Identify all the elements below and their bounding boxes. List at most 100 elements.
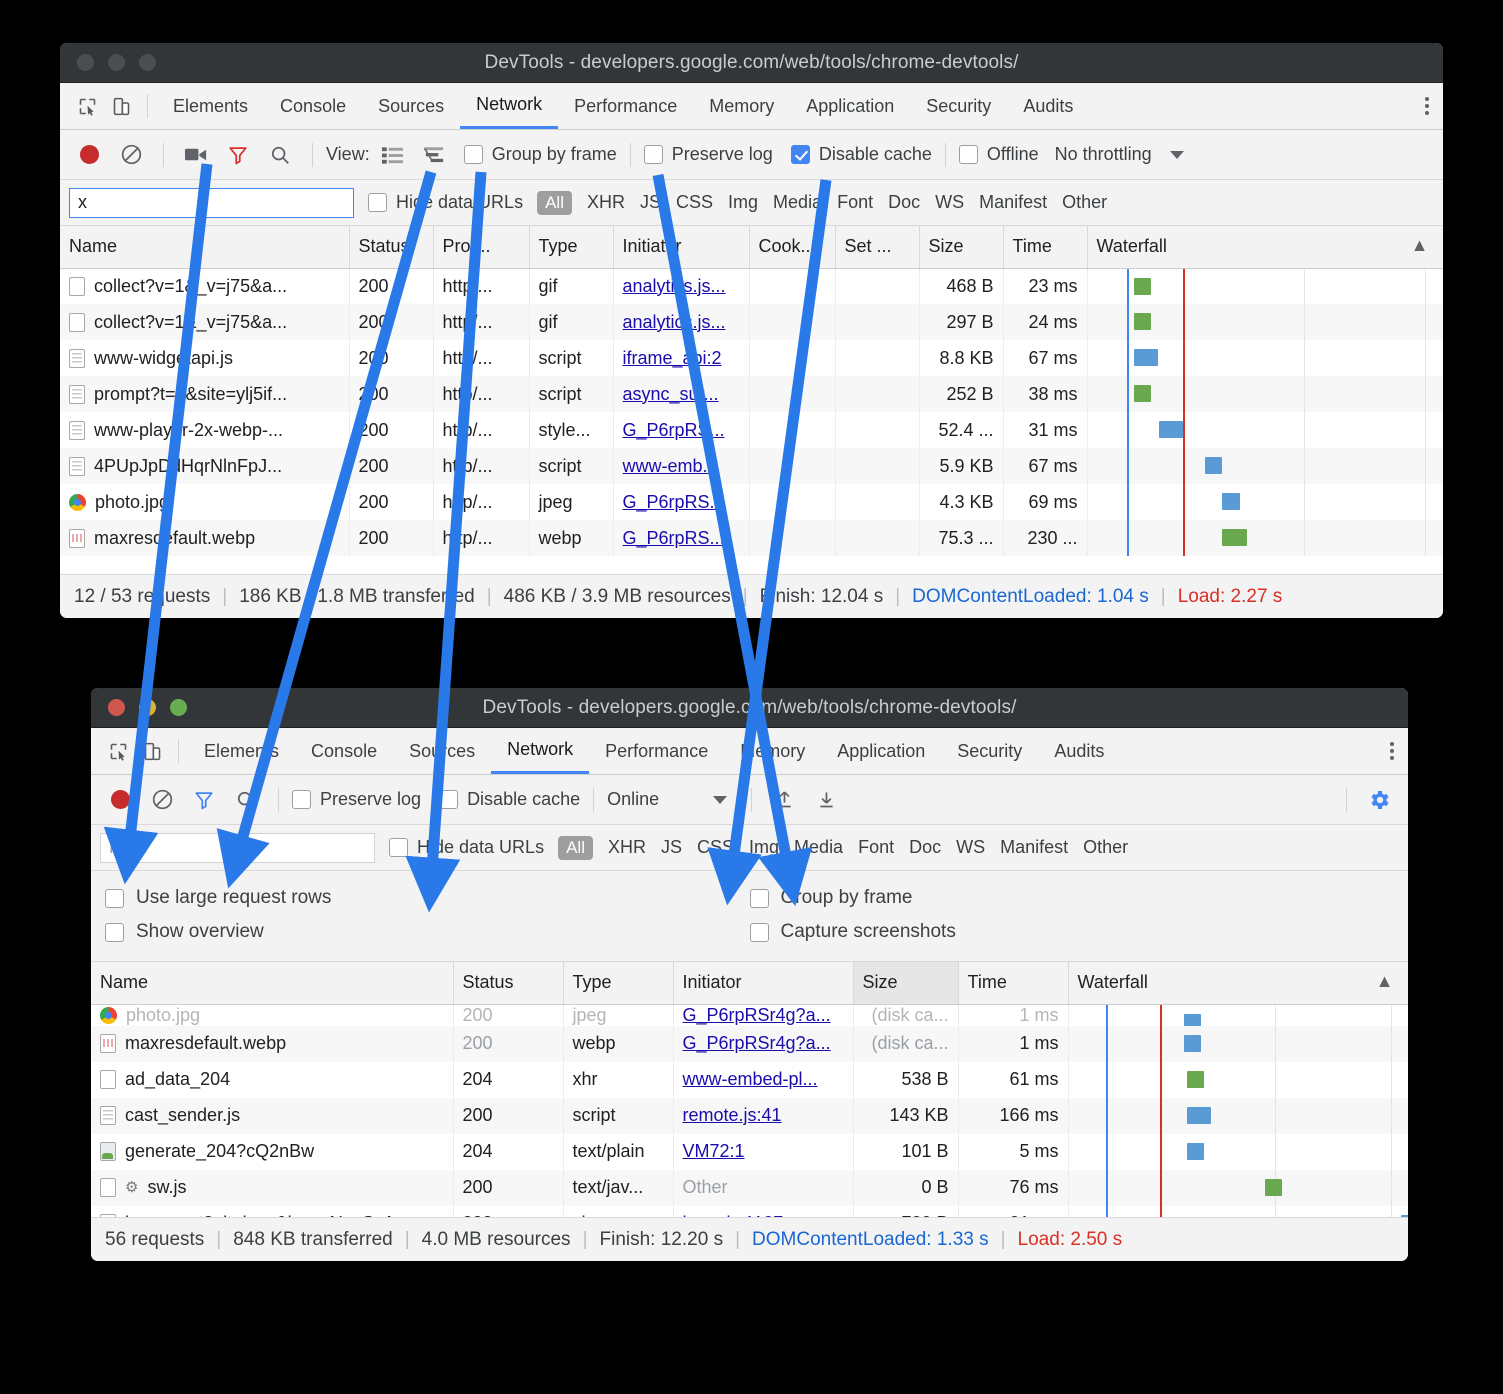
- table-row[interactable]: 4PUpJpDdHqrNlnFpJ... 200 http/... script www…: [60, 448, 1443, 484]
- offline-checkbox[interactable]: [958, 145, 978, 164]
- inspect-element-icon[interactable]: [70, 89, 104, 123]
- filter-input[interactable]: Filter: [100, 832, 375, 863]
- preserve-log-checkbox[interactable]: [643, 145, 663, 164]
- column-header-time[interactable]: Time: [1003, 226, 1088, 269]
- filter-type-ws[interactable]: WS: [956, 837, 985, 858]
- cell-name[interactable]: ⚙ sw.js: [91, 1169, 454, 1206]
- sort-ascending-icon[interactable]: ▲: [1411, 235, 1429, 256]
- filter-type-css[interactable]: CSS: [697, 837, 734, 858]
- resource-type-filters-bottom[interactable]: All XHR JS CSS Img Media Font Doc WS Man…: [558, 835, 1128, 860]
- network-settings-panel[interactable]: Use large request rows Group by frame Sh…: [91, 871, 1408, 962]
- sort-ascending-icon[interactable]: ▲: [1376, 971, 1394, 992]
- resource-type-filters-top[interactable]: All XHR JS CSS Img Media Font Doc WS Man…: [537, 190, 1107, 215]
- cell-initiator[interactable]: remote.js:41: [673, 1097, 854, 1134]
- initiator-link[interactable]: remote.js:41: [683, 1105, 782, 1125]
- filter-type-all[interactable]: All: [537, 190, 572, 215]
- search-icon[interactable]: [261, 136, 299, 174]
- tab-security[interactable]: Security: [941, 728, 1038, 774]
- preserve-log-row[interactable]: Preserve log: [292, 789, 421, 810]
- tab-network[interactable]: Network: [460, 83, 559, 129]
- tab-network[interactable]: Network: [491, 728, 590, 774]
- chevron-down-icon[interactable]: [713, 795, 728, 804]
- hide-data-urls-row[interactable]: Hide data URLs: [389, 837, 544, 858]
- cell-name[interactable]: www-player-2x-webp-...: [60, 412, 350, 448]
- timeline-view-icon[interactable]: [416, 136, 454, 174]
- tab-performance[interactable]: Performance: [558, 83, 693, 129]
- show-overview-checkbox[interactable]: [105, 922, 124, 942]
- cell-initiator[interactable]: G_P6rpRS...: [613, 412, 750, 448]
- capture-screenshots-icon[interactable]: [177, 136, 215, 174]
- table-row[interactable]: www-player-2x-webp-... 200 http/... style..…: [60, 412, 1443, 448]
- tab-console[interactable]: Console: [264, 83, 362, 129]
- cell-initiator[interactable]: iframe_api:2: [613, 340, 750, 376]
- filter-type-js[interactable]: JS: [640, 192, 661, 213]
- column-header-status[interactable]: Status: [349, 226, 434, 269]
- group-by-frame-row[interactable]: Group by frame: [749, 887, 1395, 909]
- filter-type-manifest[interactable]: Manifest: [1000, 837, 1068, 858]
- cell-name[interactable]: maxresdefault.webp: [91, 1025, 454, 1062]
- cell-initiator[interactable]: www-embed-pl...: [673, 1061, 854, 1098]
- network-toolbar-bottom[interactable]: Preserve log Disable cache Online: [91, 775, 1408, 825]
- table-row[interactable]: collect?v=1&_v=j75&a... 200 http/... gif ana…: [60, 268, 1443, 304]
- cell-initiator[interactable]: G_P6rpRS...: [613, 520, 750, 556]
- close-button[interactable]: [108, 699, 125, 716]
- device-toolbar-icon[interactable]: [135, 734, 169, 768]
- column-header-waterfall[interactable]: Waterfall ▲: [1068, 962, 1408, 1005]
- table-row[interactable]: prompt?t=a&site=ylj5if... 200 http/... scri…: [60, 376, 1443, 412]
- table-row[interactable]: www-widgetapi.js 200 http/... script iframe_…: [60, 340, 1443, 376]
- cell-initiator[interactable]: G_P6rpRSr4g?a...: [673, 1004, 854, 1026]
- cell-name[interactable]: www-widgetapi.js: [60, 340, 350, 376]
- preserve-log-checkbox[interactable]: [292, 790, 311, 809]
- throttling-value[interactable]: Online: [607, 789, 659, 810]
- filter-input[interactable]: x: [69, 187, 354, 218]
- network-toolbar-top[interactable]: View: Group by frame Preserve log Disabl…: [60, 130, 1443, 180]
- cell-name[interactable]: ad_data_204: [91, 1061, 454, 1098]
- column-header-size[interactable]: Size: [919, 226, 1004, 269]
- show-overview-row[interactable]: Show overview: [105, 921, 264, 943]
- column-header-waterfall[interactable]: Waterfall ▲: [1087, 226, 1443, 269]
- table-body-top[interactable]: collect?v=1&_v=j75&a... 200 http/... gif ana…: [60, 268, 1443, 556]
- cell-initiator[interactable]: G_P6rpRSr4g?a...: [673, 1025, 854, 1062]
- preserve-log-row[interactable]: Preserve log: [643, 144, 773, 165]
- tab-elements[interactable]: Elements: [157, 83, 264, 129]
- filter-bar-top[interactable]: x Hide data URLs All XHR JS CSS Img Medi…: [60, 180, 1443, 226]
- initiator-link[interactable]: iframe_api:2: [623, 348, 722, 368]
- more-options-button[interactable]: [1390, 742, 1408, 760]
- clear-button[interactable]: [112, 136, 150, 174]
- column-header-set-cookies[interactable]: Set ...: [835, 226, 920, 269]
- device-toolbar-icon[interactable]: [104, 89, 138, 123]
- cell-name[interactable]: maxresdefault.webp: [60, 520, 350, 556]
- table-row[interactable]: maxresdefault.webp 200 webp G_P6rpRSr4g?a..…: [91, 1025, 1408, 1062]
- initiator-link[interactable]: G_P6rpRS...: [623, 492, 725, 512]
- filter-type-other[interactable]: Other: [1062, 192, 1107, 213]
- filter-type-all[interactable]: All: [558, 835, 593, 860]
- table-row[interactable]: cast_sender.js 200 script remote.js:41 143 K…: [91, 1097, 1408, 1134]
- devtools-window-top[interactable]: DevTools - developers.google.com/web/too…: [60, 43, 1443, 618]
- filter-type-js[interactable]: JS: [661, 837, 682, 858]
- hide-data-urls-checkbox[interactable]: [368, 193, 387, 212]
- cell-name[interactable]: collect?v=1&_v=j75&a...: [60, 304, 350, 340]
- cell-initiator[interactable]: www-emb...: [613, 448, 750, 484]
- search-icon[interactable]: [227, 781, 265, 819]
- filter-type-xhr[interactable]: XHR: [608, 837, 646, 858]
- filter-icon[interactable]: [219, 136, 257, 174]
- more-options-button[interactable]: [1425, 97, 1443, 115]
- cell-initiator[interactable]: analytics.js...: [613, 268, 750, 304]
- network-requests-table-top[interactable]: Name Status Prot... Type Initiator Cook.…: [60, 226, 1443, 556]
- initiator-link[interactable]: G_P6rpRS...: [623, 420, 725, 440]
- settings-gear-icon[interactable]: [1360, 781, 1398, 819]
- export-har-icon[interactable]: [807, 781, 845, 819]
- initiator-link[interactable]: analytics.js...: [623, 312, 726, 332]
- devtools-tabstrip-bottom[interactable]: Elements Console Sources Network Perform…: [91, 728, 1408, 775]
- tab-console[interactable]: Console: [295, 728, 393, 774]
- table-row[interactable]: photo.jpg 200 jpeg G_P6rpRSr4g?a... (disk ca…: [91, 1004, 1408, 1026]
- window-controls-bottom[interactable]: [91, 699, 187, 716]
- list-view-icon[interactable]: [374, 136, 412, 174]
- initiator-link[interactable]: Other: [683, 1177, 728, 1197]
- capture-screenshots-checkbox[interactable]: [749, 922, 769, 942]
- group-by-frame-checkbox[interactable]: [463, 145, 483, 164]
- filter-bar-bottom[interactable]: Filter Hide data URLs All XHR JS CSS Img…: [91, 825, 1408, 871]
- filter-type-xhr[interactable]: XHR: [587, 192, 625, 213]
- tab-sources[interactable]: Sources: [362, 83, 460, 129]
- panel-tabs-bottom[interactable]: Elements Console Sources Network Perform…: [188, 728, 1120, 774]
